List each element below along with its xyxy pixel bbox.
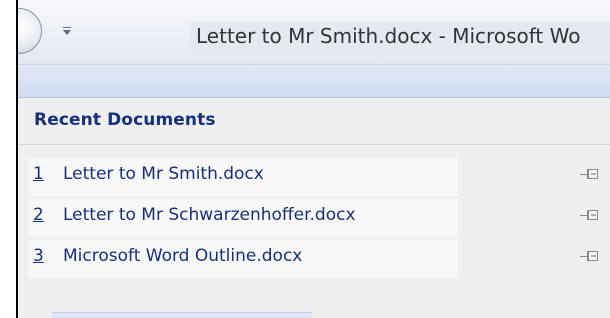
recent-documents-header: Recent Documents xyxy=(34,110,216,130)
recent-document-item[interactable]: 1 Letter to Mr Smith.docx xyxy=(18,156,610,197)
recent-document-name[interactable]: Microsoft Word Outline.docx xyxy=(63,246,302,266)
recent-document-number: 3 xyxy=(33,246,44,266)
pin-icon[interactable] xyxy=(580,209,602,223)
header-divider xyxy=(18,144,610,145)
pin-icon[interactable] xyxy=(580,250,602,264)
pin-icon[interactable] xyxy=(580,168,602,182)
window-title: Letter to Mr Smith.docx - Microsoft Wo xyxy=(190,22,610,50)
word-window: Letter to Mr Smith.docx - Microsoft Wo R… xyxy=(16,0,610,318)
recent-document-item[interactable]: 2 Letter to Mr Schwarzenhoffer.docx xyxy=(18,197,610,238)
recent-document-number: 1 xyxy=(33,164,44,184)
ribbon-strip xyxy=(18,65,610,98)
recent-documents-list: 1 Letter to Mr Smith.docx 2 Letter to Mr… xyxy=(18,156,610,279)
chevron-down-icon[interactable] xyxy=(62,26,72,38)
recent-document-item[interactable]: 3 Microsoft Word Outline.docx xyxy=(18,238,610,279)
recent-document-name[interactable]: Letter to Mr Schwarzenhoffer.docx xyxy=(63,205,356,225)
recent-documents-panel: Recent Documents 1 Letter to Mr Smith.do… xyxy=(18,98,610,318)
title-bar: Letter to Mr Smith.docx - Microsoft Wo xyxy=(18,0,610,65)
bottom-edge xyxy=(52,312,312,318)
recent-document-name[interactable]: Letter to Mr Smith.docx xyxy=(63,164,264,184)
office-button-icon[interactable] xyxy=(18,8,42,54)
recent-document-number: 2 xyxy=(33,205,44,225)
